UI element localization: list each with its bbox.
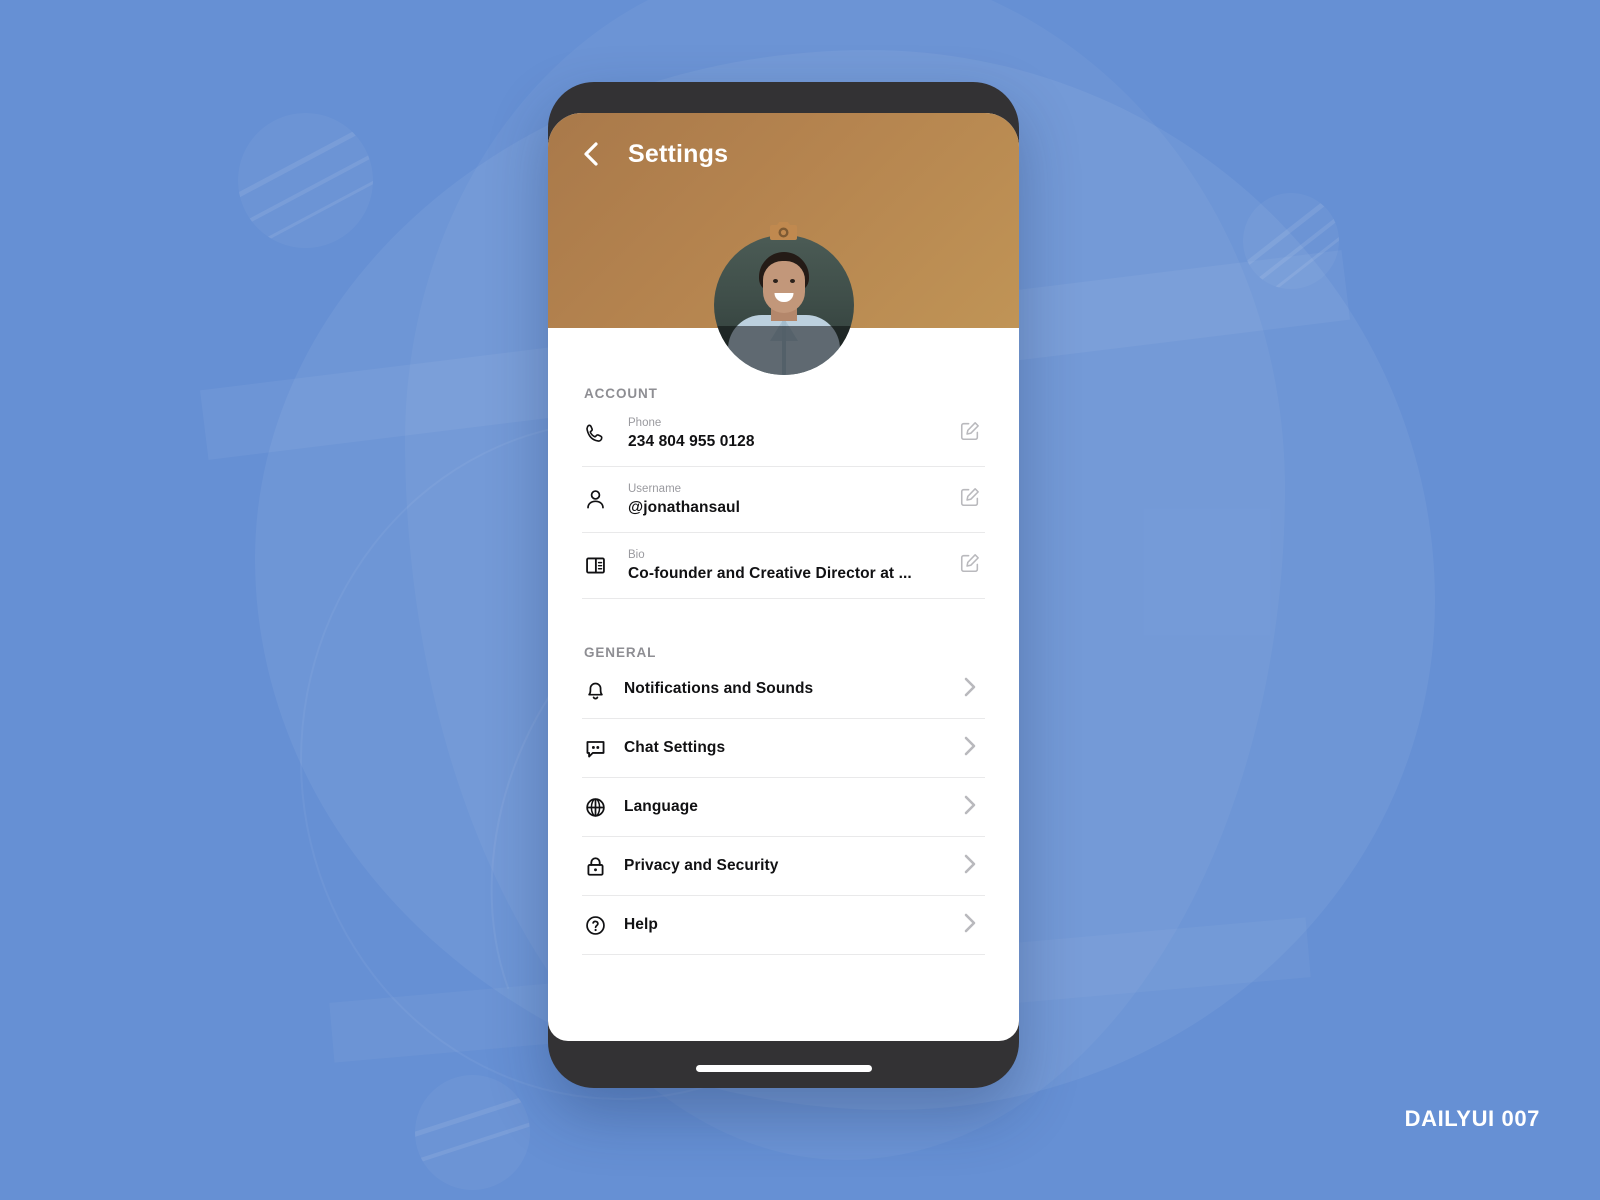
camera-icon[interactable] (769, 219, 799, 248)
back-button[interactable] (576, 139, 606, 169)
chevron-right-language[interactable] (955, 792, 985, 822)
general-label-chat: Chat Settings (624, 739, 726, 756)
general-row-notifications[interactable]: Notifications and Sounds (582, 660, 985, 719)
user-icon (582, 488, 628, 511)
phone-field: Phone 234 804 955 0128 (628, 416, 955, 451)
chevron-right-icon (961, 794, 979, 821)
general-row-help[interactable]: Help (582, 896, 985, 955)
background-circle-bottom (415, 1075, 530, 1190)
bio-field-value: Co-founder and Creative Director at ... (628, 564, 912, 582)
chevron-right-chat[interactable] (955, 733, 985, 763)
background-circle-right (1243, 193, 1339, 289)
general-row-privacy[interactable]: Privacy and Security (582, 837, 985, 896)
help-icon (582, 914, 624, 937)
chevron-right-icon (961, 735, 979, 762)
phone-mockup: Settings ACCOUNT Phone 234 804 955 0128 … (548, 82, 1019, 1088)
username-field-value: @jonathansaul (628, 498, 741, 516)
bell-icon (582, 678, 624, 701)
edit-icon (959, 486, 981, 513)
general-section-label: GENERAL (584, 645, 657, 660)
chevron-right-privacy[interactable] (955, 851, 985, 881)
edit-username-button[interactable] (955, 485, 985, 515)
general-label-notifications: Notifications and Sounds (624, 680, 814, 697)
lock-icon (582, 855, 624, 878)
account-row-bio[interactable]: Bio Co-founder and Creative Director at … (582, 533, 985, 599)
chevron-left-icon (580, 141, 602, 167)
edit-icon (959, 552, 981, 579)
chevron-right-icon (961, 853, 979, 880)
general-label-language: Language (624, 798, 699, 815)
globe-icon (582, 796, 624, 819)
watermark: DAILYUI 007 (1404, 1106, 1540, 1131)
username-field: Username @jonathansaul (628, 482, 955, 517)
general-label-help: Help (624, 916, 658, 933)
bio-field: Bio Co-founder and Creative Director at … (628, 548, 955, 583)
bio-field-label: Bio (628, 549, 645, 562)
chevron-right-help[interactable] (955, 910, 985, 940)
chat-icon (582, 737, 624, 760)
home-indicator[interactable] (695, 1065, 872, 1072)
account-rows: Phone 234 804 955 0128 Username @jonatha… (548, 401, 1019, 599)
settings-body: ACCOUNT Phone 234 804 955 0128 Username … (548, 328, 1019, 955)
phone-icon (582, 422, 628, 445)
general-row-chat[interactable]: Chat Settings (582, 719, 985, 778)
page-title: Settings (628, 139, 729, 168)
edit-phone-button[interactable] (955, 419, 985, 449)
general-row-language[interactable]: Language (582, 778, 985, 837)
username-field-label: Username (628, 483, 682, 496)
phone-field-label: Phone (628, 417, 662, 430)
chevron-right-icon (961, 912, 979, 939)
edit-bio-button[interactable] (955, 551, 985, 581)
bio-icon (582, 554, 628, 577)
edit-icon (959, 420, 981, 447)
phone-screen: Settings ACCOUNT Phone 234 804 955 0128 … (548, 113, 1019, 1041)
general-label-privacy: Privacy and Security (624, 857, 779, 874)
avatar[interactable] (713, 235, 854, 375)
background-circle-left (238, 113, 373, 248)
chevron-right-notifications[interactable] (955, 674, 985, 704)
general-rows: Notifications and Sounds Chat Settings L… (548, 660, 1019, 955)
chevron-right-icon (961, 676, 979, 703)
avatar-overlay (713, 326, 854, 375)
account-row-username[interactable]: Username @jonathansaul (582, 467, 985, 533)
account-row-phone[interactable]: Phone 234 804 955 0128 (582, 401, 985, 467)
phone-field-value: 234 804 955 0128 (628, 432, 755, 450)
